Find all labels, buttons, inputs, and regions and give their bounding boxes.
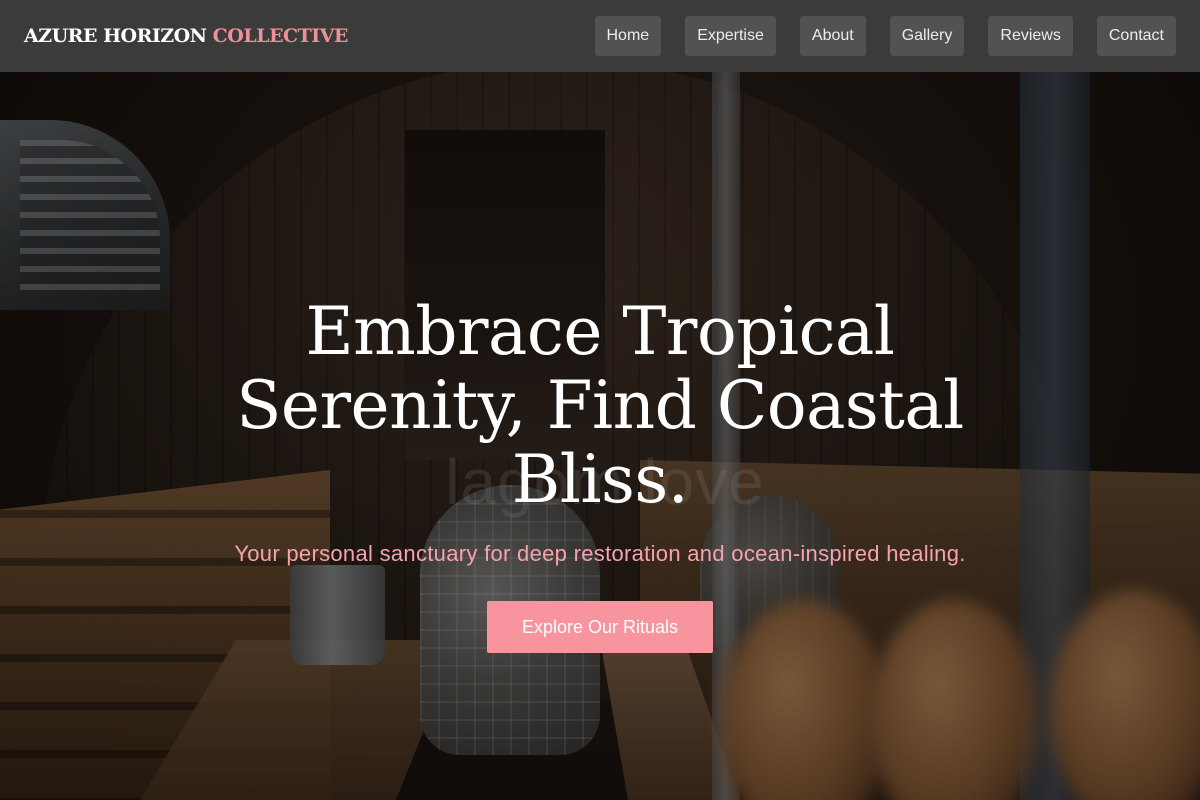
nav-about[interactable]: About <box>799 16 866 56</box>
brand-name-accent: COLLECTIVE <box>212 25 349 47</box>
hero-title: Embrace Tropical Serenity, Find Coastal … <box>236 293 964 518</box>
brand-logo[interactable]: AZURE HORIZON COLLECTIVE <box>24 25 348 47</box>
nav-links: Home Expertise About Gallery Reviews Con… <box>594 16 1176 56</box>
nav-gallery[interactable]: Gallery <box>889 16 965 56</box>
hero-subtitle: Your personal sanctuary for deep restora… <box>234 541 966 566</box>
nav-reviews[interactable]: Reviews <box>988 16 1073 56</box>
hero-content: Embrace Tropical Serenity, Find Coastal … <box>0 295 1200 653</box>
nav-expertise[interactable]: Expertise <box>685 16 776 56</box>
nav-home[interactable]: Home <box>594 16 662 56</box>
nav-contact[interactable]: Contact <box>1096 16 1176 56</box>
explore-rituals-button[interactable]: Explore Our Rituals <box>487 601 713 653</box>
brand-name: AZURE HORIZON <box>24 25 207 47</box>
navbar: AZURE HORIZON COLLECTIVE Home Expertise … <box>0 0 1200 72</box>
